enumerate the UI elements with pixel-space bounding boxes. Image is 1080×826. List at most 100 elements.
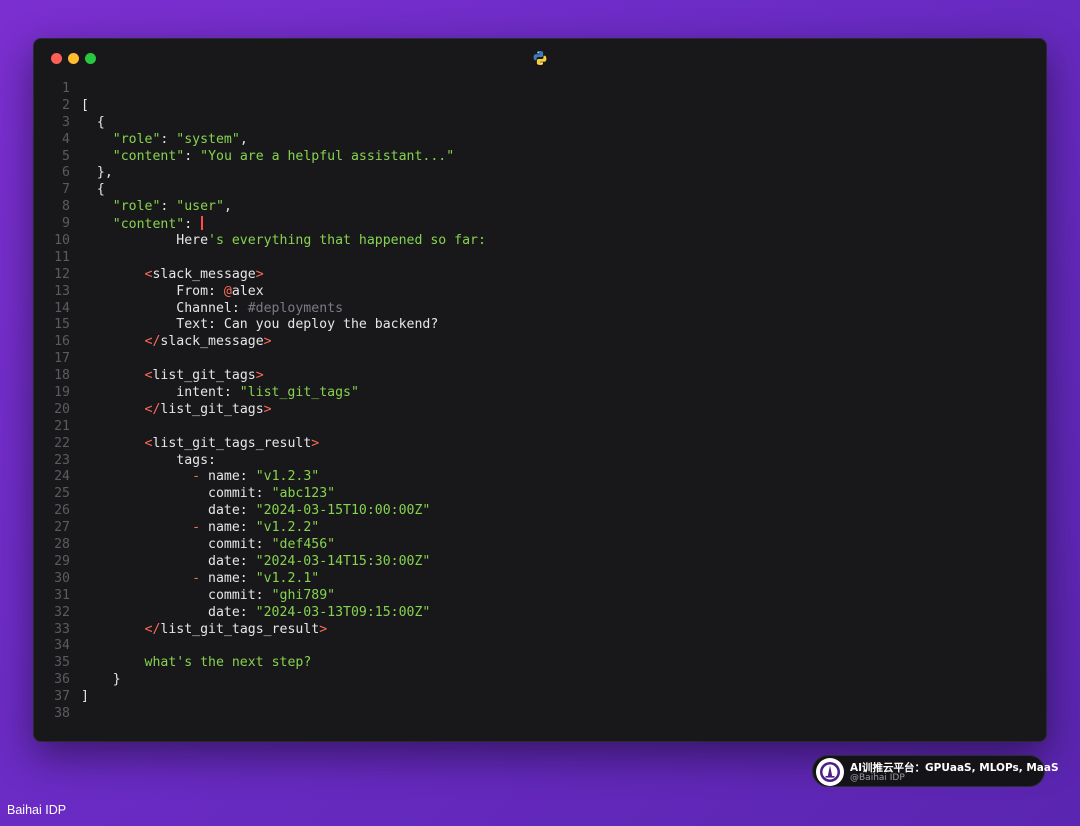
code-text: <list_git_tags> bbox=[81, 368, 264, 385]
code-line: 21 bbox=[34, 419, 1046, 436]
code-token: "role" bbox=[112, 199, 161, 215]
code-text: date: "2024-03-14T15:30:00Z" bbox=[81, 554, 430, 571]
code-text: <list_git_tags_result> bbox=[81, 436, 320, 453]
line-number: 37 bbox=[54, 689, 70, 705]
code-text: date: "2024-03-13T09:15:00Z" bbox=[81, 605, 430, 622]
code-token: what's the next step? bbox=[144, 655, 312, 671]
code-text: { bbox=[81, 182, 105, 199]
baihai-logo-icon bbox=[816, 758, 844, 786]
code-token: : bbox=[184, 217, 201, 233]
code-text: - name: "v1.2.2" bbox=[81, 520, 319, 537]
line-number: 33 bbox=[54, 621, 70, 637]
code-line: 36 } bbox=[34, 672, 1046, 689]
line-number: 35 bbox=[54, 655, 70, 671]
code-token: list_git_tags_result bbox=[160, 621, 320, 637]
code-token: Channel: bbox=[81, 300, 248, 316]
line-number: 7 bbox=[62, 182, 70, 198]
code-text: "content": "You are a helpful assistant.… bbox=[81, 149, 454, 166]
line-number: 31 bbox=[54, 587, 70, 603]
code-token: </ bbox=[144, 621, 161, 637]
line-number: 23 bbox=[54, 452, 70, 468]
line-number: 10 bbox=[54, 233, 70, 249]
code-token: Text: Can you deploy the backend? bbox=[81, 317, 439, 333]
code-text: Text: Can you deploy the backend? bbox=[81, 317, 438, 334]
line-number: 3 bbox=[62, 114, 70, 130]
code-text: </list_git_tags_result> bbox=[81, 621, 328, 639]
line-number: 14 bbox=[54, 300, 70, 316]
code-text: } bbox=[81, 672, 121, 689]
text-cursor bbox=[201, 216, 204, 231]
code-token: "role" bbox=[112, 131, 161, 147]
code-token: commit: bbox=[81, 537, 272, 553]
code-token: > bbox=[255, 368, 264, 384]
code-token: "v1.2.2" bbox=[255, 520, 320, 536]
code-token: alex bbox=[231, 283, 264, 299]
code-line: 4 "role": "system", bbox=[34, 132, 1046, 149]
code-token: "2024-03-14T15:30:00Z" bbox=[255, 553, 431, 569]
code-text: [ bbox=[81, 98, 89, 115]
code-token: , bbox=[223, 199, 232, 215]
code-text: </list_git_tags> bbox=[81, 402, 272, 419]
code-token: </ bbox=[144, 334, 161, 350]
code-token: date: bbox=[81, 604, 256, 620]
line-number: 25 bbox=[54, 486, 70, 502]
code-token: "2024-03-15T10:00:00Z" bbox=[255, 503, 431, 519]
code-token: date: bbox=[81, 553, 256, 569]
platform-badge[interactable]: AI训推云平台：GPUaaS, MLOPs, MaaS @Baihai IDP bbox=[812, 755, 1059, 787]
code-line: 19 intent: "list_git_tags" bbox=[34, 385, 1046, 402]
code-token: > bbox=[263, 401, 272, 417]
code-token: } bbox=[81, 672, 121, 688]
code-token: : bbox=[160, 199, 177, 215]
code-text: ] bbox=[81, 689, 89, 706]
code-text: intent: "list_git_tags" bbox=[81, 385, 359, 402]
zoom-window-button[interactable] bbox=[85, 53, 96, 64]
code-text: - name: "v1.2.3" bbox=[81, 469, 319, 486]
code-line: 12 <slack_message> bbox=[34, 267, 1046, 284]
code-text: <slack_message> bbox=[81, 267, 264, 284]
code-token: "You are a helpful assistant..." bbox=[200, 148, 455, 164]
code-token: "abc123" bbox=[271, 486, 336, 502]
code-line: 25 commit: "abc123" bbox=[34, 486, 1046, 503]
code-line: 18 <list_git_tags> bbox=[34, 368, 1046, 385]
line-number: 29 bbox=[54, 553, 70, 569]
line-number: 12 bbox=[54, 266, 70, 282]
code-token: , bbox=[239, 131, 248, 147]
code-line: 14 Channel: #deployments bbox=[34, 301, 1046, 318]
code-token: "content" bbox=[112, 217, 185, 233]
line-number: 13 bbox=[54, 283, 70, 299]
code-token: "system" bbox=[176, 131, 240, 147]
code-token: ] bbox=[81, 689, 89, 705]
code-line: 38 bbox=[34, 706, 1046, 723]
code-token: > bbox=[255, 266, 264, 282]
code-line: 29 date: "2024-03-14T15:30:00Z" bbox=[34, 554, 1046, 571]
code-text: - name: "v1.2.1" bbox=[81, 571, 319, 588]
code-token: name: bbox=[200, 520, 256, 536]
minimize-window-button[interactable] bbox=[68, 53, 79, 64]
code-line: 22 <list_git_tags_result> bbox=[34, 436, 1046, 453]
code-token: : bbox=[184, 148, 201, 164]
code-line: 34 bbox=[34, 638, 1046, 655]
code-text: Channel: #deployments bbox=[81, 301, 343, 318]
code-text: }, bbox=[81, 165, 113, 182]
code-line: 23 tags: bbox=[34, 453, 1046, 470]
line-number: 4 bbox=[62, 131, 70, 147]
code-text: commit: "abc123" bbox=[81, 486, 335, 503]
code-token: "user" bbox=[176, 199, 224, 215]
code-token: > bbox=[319, 621, 328, 637]
code-token: slack_message bbox=[160, 334, 264, 350]
code-token: commit: bbox=[81, 587, 272, 603]
code-token: tags: bbox=[81, 452, 216, 468]
code-text: </slack_message> bbox=[81, 334, 272, 351]
code-line: 2[ bbox=[34, 98, 1046, 115]
code-text: what's the next step? bbox=[81, 655, 312, 672]
code-line: 6 }, bbox=[34, 165, 1046, 182]
line-number: 21 bbox=[54, 418, 70, 434]
code-editor[interactable]: 1 2[3 {4 "role": "system", 5 "content": "Y… bbox=[34, 81, 1046, 723]
close-window-button[interactable] bbox=[51, 53, 62, 64]
